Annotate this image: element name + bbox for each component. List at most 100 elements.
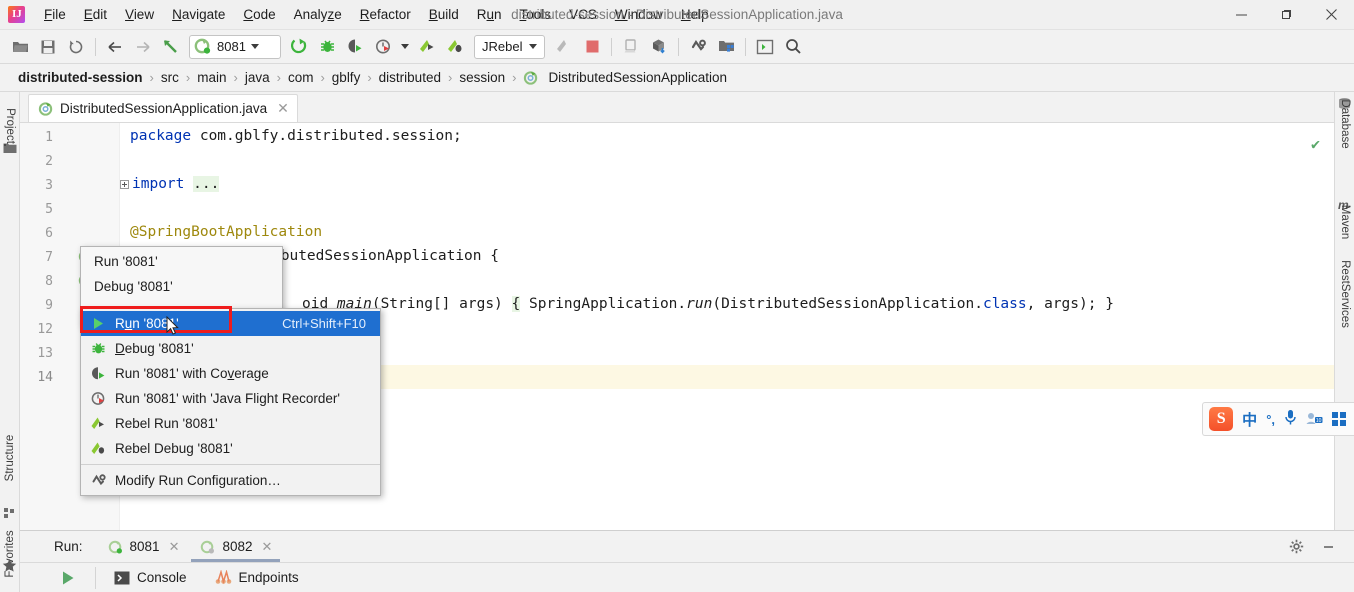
menu-refactor[interactable]: Refactor bbox=[351, 3, 420, 26]
search-icon[interactable] bbox=[780, 34, 806, 60]
ime-toolbar[interactable]: S 中 °, 10 bbox=[1202, 402, 1354, 436]
breadcrumb[interactable]: distributed-session › src › main › java … bbox=[0, 64, 1354, 92]
menu-run[interactable]: Run bbox=[468, 3, 511, 26]
stop-button[interactable] bbox=[579, 34, 605, 60]
breadcrumb-item-distributed[interactable]: distributed bbox=[375, 70, 445, 85]
rebel-debug-button[interactable] bbox=[442, 34, 468, 60]
title-bar: IJ File Edit View Navigate Code Analyze … bbox=[0, 0, 1354, 30]
sidebar-item-maven[interactable]: Maven bbox=[1339, 205, 1351, 240]
main-toolbar[interactable]: 8081 JRebel bbox=[0, 30, 1354, 64]
right-tool-strip[interactable]: Database m Maven RestServices bbox=[1334, 92, 1354, 592]
menu-view[interactable]: View bbox=[116, 3, 163, 26]
chevron-down-icon[interactable] bbox=[529, 44, 538, 49]
inspection-status-icon[interactable]: ✔ bbox=[1311, 135, 1320, 153]
menu-tools[interactable]: Tools bbox=[511, 3, 561, 26]
run-tab-label: 8082 bbox=[222, 539, 253, 554]
breadcrumb-item-main[interactable]: main bbox=[193, 70, 230, 85]
star-icon[interactable] bbox=[2, 558, 17, 576]
menu-code[interactable]: Code bbox=[234, 3, 284, 26]
menu-bar[interactable]: File Edit View Navigate Code Analyze Ref… bbox=[35, 3, 718, 26]
open-project-icon[interactable] bbox=[7, 34, 33, 60]
menu-build[interactable]: Build bbox=[420, 3, 468, 26]
run-tool-window[interactable]: Run: 8081 ✕ 8082 ✕ Console Endpoints bbox=[20, 530, 1354, 592]
menu-window[interactable]: Window bbox=[606, 3, 672, 26]
breadcrumb-item-src[interactable]: src bbox=[157, 70, 183, 85]
run-configuration-selector[interactable]: 8081 bbox=[189, 34, 281, 59]
editor-tab-strip[interactable]: DistributedSessionApplication.java ✕ bbox=[20, 92, 1334, 122]
soft-keyboard-icon[interactable]: 10 bbox=[1306, 411, 1323, 428]
run-tab-strip[interactable]: Run: 8081 ✕ 8082 ✕ bbox=[20, 531, 1354, 563]
jrebel-toggle-icon[interactable] bbox=[551, 34, 577, 60]
bg-menu-item-debug[interactable]: Debug '8081' bbox=[81, 274, 282, 299]
menu-item-run-8081[interactable]: Run '8081' Ctrl+Shift+F10 bbox=[81, 311, 380, 336]
menu-help[interactable]: Help bbox=[672, 3, 718, 26]
ime-menu-icon[interactable] bbox=[1332, 412, 1346, 426]
menu-vcs[interactable]: VCS bbox=[560, 3, 606, 26]
structure-icon[interactable] bbox=[4, 508, 16, 523]
chevron-down-icon[interactable] bbox=[250, 44, 259, 49]
run-view-console[interactable]: Console bbox=[100, 570, 201, 585]
terminal-icon[interactable] bbox=[752, 34, 778, 60]
sdk-download-icon[interactable] bbox=[646, 34, 672, 60]
breadcrumb-item-project[interactable]: distributed-session bbox=[14, 70, 147, 85]
breadcrumb-item-com[interactable]: com bbox=[284, 70, 318, 85]
wrench-icon bbox=[89, 473, 107, 488]
project-structure-icon[interactable] bbox=[713, 34, 739, 60]
menu-analyze[interactable]: Analyze bbox=[285, 3, 351, 26]
close-icon[interactable]: ✕ bbox=[262, 539, 273, 555]
minimize-panel-icon[interactable] bbox=[1315, 534, 1341, 560]
profile-dropdown-icon[interactable] bbox=[398, 34, 412, 60]
menu-item-rebel-debug[interactable]: Rebel Debug '8081' bbox=[81, 436, 380, 461]
menu-item-debug-8081[interactable]: Debug '8081' bbox=[81, 336, 380, 361]
update-project-icon[interactable] bbox=[158, 34, 184, 60]
forward-icon[interactable] bbox=[130, 34, 156, 60]
rerun-green-triangle-icon[interactable] bbox=[55, 565, 81, 591]
back-icon[interactable] bbox=[102, 34, 128, 60]
run-tab-8081[interactable]: 8081 ✕ bbox=[97, 531, 190, 562]
menu-file[interactable]: File bbox=[35, 3, 75, 26]
breadcrumb-item-class[interactable]: DistributedSessionApplication bbox=[544, 70, 731, 85]
context-menu[interactable]: Run '8081' Ctrl+Shift+F10 Debug '8081' R… bbox=[80, 308, 381, 496]
menu-navigate[interactable]: Navigate bbox=[163, 3, 234, 26]
ime-punctuation-label[interactable]: °, bbox=[1266, 412, 1275, 427]
fold-expand-icon[interactable] bbox=[120, 179, 129, 189]
breadcrumb-item-java[interactable]: java bbox=[241, 70, 274, 85]
maximize-button[interactable] bbox=[1264, 0, 1309, 30]
gear-icon[interactable] bbox=[1283, 534, 1309, 560]
ime-mode-label[interactable]: 中 bbox=[1242, 409, 1257, 430]
close-icon[interactable]: ✕ bbox=[277, 100, 289, 117]
menu-item-rebel-run[interactable]: Rebel Run '8081' bbox=[81, 411, 380, 436]
run-view-bar[interactable]: Console Endpoints bbox=[20, 563, 1354, 592]
debug-button[interactable] bbox=[314, 34, 340, 60]
microphone-icon[interactable] bbox=[1284, 409, 1297, 429]
run-view-endpoints[interactable]: Endpoints bbox=[201, 570, 313, 585]
settings-gear-icon[interactable] bbox=[685, 34, 711, 60]
run-button[interactable] bbox=[286, 34, 312, 60]
minimize-button[interactable] bbox=[1219, 0, 1264, 30]
editor-tab-distributedsessionapplication[interactable]: DistributedSessionApplication.java ✕ bbox=[28, 94, 298, 122]
breadcrumb-item-session[interactable]: session bbox=[455, 70, 509, 85]
sidebar-item-structure[interactable]: Structure bbox=[4, 435, 16, 482]
close-button[interactable] bbox=[1309, 0, 1354, 30]
device-manager-icon[interactable] bbox=[618, 34, 644, 60]
sogou-logo-icon[interactable]: S bbox=[1209, 407, 1234, 431]
line-number: 6 bbox=[45, 226, 53, 241]
close-icon[interactable]: ✕ bbox=[169, 539, 180, 555]
menu-item-run-with-coverage[interactable]: Run '8081' with Coverage bbox=[81, 361, 380, 386]
run-tab-8082[interactable]: 8082 ✕ bbox=[189, 531, 282, 562]
menu-edit[interactable]: Edit bbox=[75, 3, 116, 26]
breadcrumb-item-gblfy[interactable]: gblfy bbox=[328, 70, 365, 85]
sidebar-item-database[interactable]: Database bbox=[1339, 99, 1351, 148]
run-with-coverage-button[interactable] bbox=[342, 34, 368, 60]
jrebel-selector[interactable]: JRebel bbox=[474, 34, 546, 59]
menu-item-modify-run-configuration[interactable]: Modify Run Configuration… bbox=[81, 468, 380, 493]
run-panel-controls[interactable] bbox=[1282, 534, 1354, 560]
window-controls[interactable] bbox=[1219, 0, 1354, 30]
synchronize-icon[interactable] bbox=[63, 34, 89, 60]
rebel-run-button[interactable] bbox=[414, 34, 440, 60]
bg-menu-item-run[interactable]: Run '8081' bbox=[81, 249, 282, 274]
menu-item-run-with-jfr[interactable]: Run '8081' with 'Java Flight Recorder' bbox=[81, 386, 380, 411]
sidebar-item-restservices[interactable]: RestServices bbox=[1339, 260, 1351, 328]
profile-button[interactable] bbox=[370, 34, 396, 60]
save-all-icon[interactable] bbox=[35, 34, 61, 60]
